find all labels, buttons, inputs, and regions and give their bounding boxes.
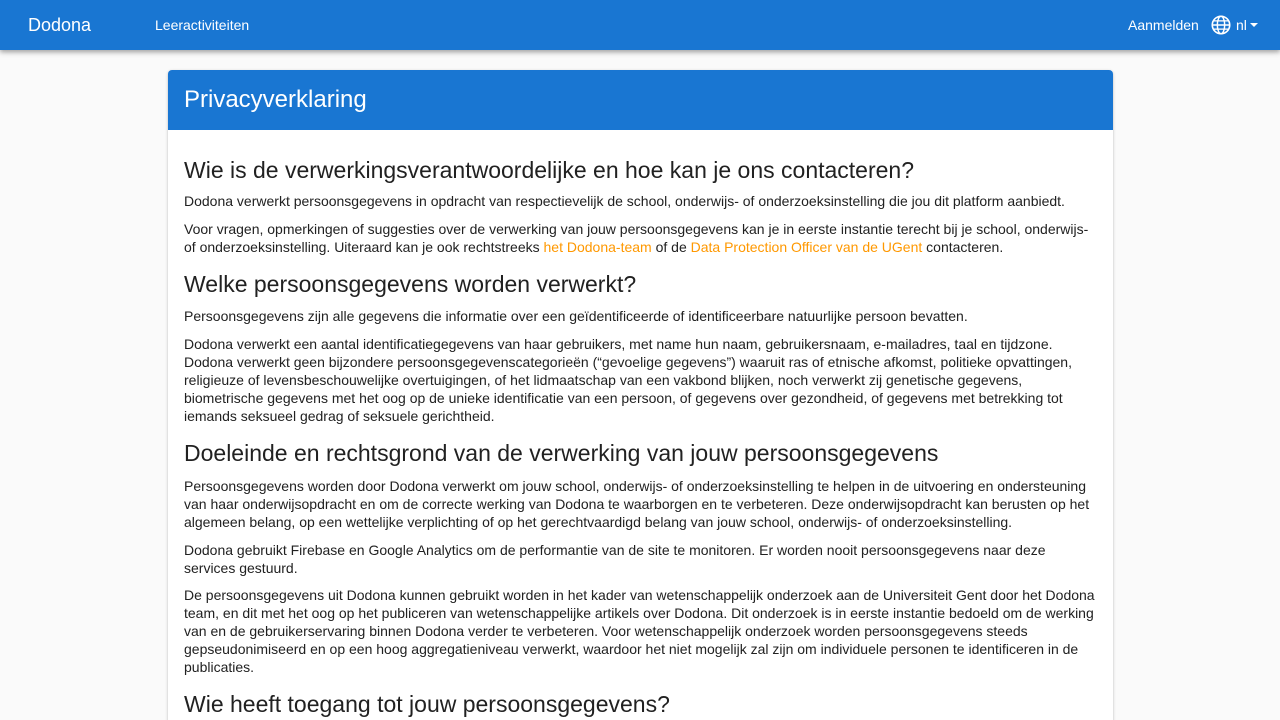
language-selector[interactable]: nl bbox=[1210, 13, 1261, 37]
text-segment: of de bbox=[651, 239, 691, 255]
paragraph: Dodona gebruikt Firebase en Google Analy… bbox=[184, 542, 1046, 576]
paragraph: De persoonsgegevens uit Dodona kunnen ge… bbox=[184, 587, 1095, 675]
language-code: nl bbox=[1236, 17, 1247, 33]
paragraph: Dodona verwerkt persoonsgegevens in opdr… bbox=[184, 193, 1065, 209]
section-heading-controller: Wie is de verwerkingsverantwoordelijke e… bbox=[184, 157, 915, 183]
paragraph: Persoonsgegevens zijn alle gegevens die … bbox=[184, 308, 968, 324]
text-segment: contacteren. bbox=[922, 239, 1004, 255]
privacy-card: Privacyverklaring Wie is de verwerkingsv… bbox=[168, 70, 1113, 720]
dodona-team-link[interactable]: het Dodona-team bbox=[544, 239, 652, 255]
paragraph: Dodona verwerkt een aantal identificatie… bbox=[184, 336, 1072, 424]
card-header: Privacyverklaring bbox=[168, 70, 1113, 130]
section-heading-data: Welke persoonsgegevens worden verwerkt? bbox=[184, 271, 637, 297]
brand-link[interactable]: Dodona bbox=[28, 14, 91, 36]
login-link[interactable]: Aanmelden bbox=[1128, 17, 1199, 33]
dpo-ugent-link[interactable]: Data Protection Officer van de UGent bbox=[691, 239, 923, 255]
section-heading-purpose: Doeleinde en rechtsgrond van de verwerki… bbox=[184, 440, 939, 466]
page-title: Privacyverklaring bbox=[184, 86, 367, 113]
nav-link-learning-activities[interactable]: Leeractiviteiten bbox=[155, 17, 249, 33]
section-heading-access: Wie heeft toegang tot jouw persoonsgegev… bbox=[184, 691, 670, 717]
caret-down-icon bbox=[1247, 18, 1261, 32]
contact-paragraph: Voor vragen, opmerkingen of suggesties o… bbox=[184, 220, 1097, 256]
globe-icon bbox=[1210, 14, 1232, 36]
paragraph: Persoonsgegevens worden door Dodona verw… bbox=[184, 478, 1090, 530]
top-app-bar: Dodona Leeractiviteiten Aanmelden nl bbox=[0, 0, 1280, 50]
card-body: Wie is de verwerkingsverantwoordelijke e… bbox=[168, 156, 1113, 718]
